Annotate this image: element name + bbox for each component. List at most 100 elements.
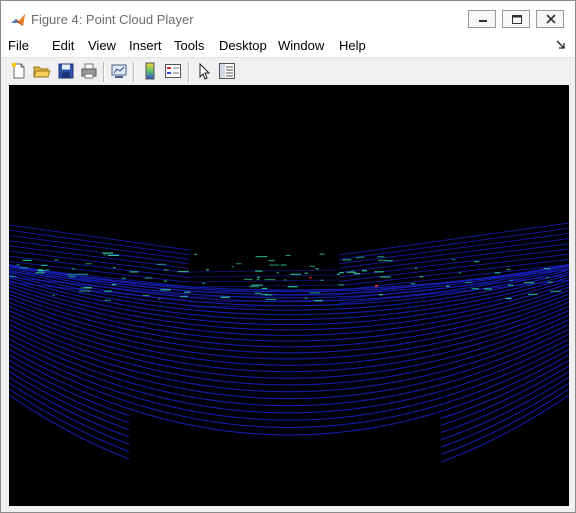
open-file-icon[interactable]: [33, 62, 51, 80]
scan-line: [168, 391, 178, 395]
menu-desktop[interactable]: Desktop: [219, 38, 267, 53]
scan-line: [136, 384, 146, 388]
close-button[interactable]: [536, 10, 564, 28]
scan-line: [168, 398, 178, 402]
scan-line: [440, 290, 450, 293]
scan-line: [200, 391, 210, 394]
menu-insert[interactable]: Insert: [129, 38, 162, 53]
scan-line: [120, 405, 130, 410]
scan-line: [448, 288, 458, 292]
menu-file[interactable]: File: [8, 38, 29, 53]
scan-line: [504, 299, 514, 303]
scan-line: [32, 340, 42, 345]
link-plot-icon[interactable]: [110, 62, 128, 80]
scan-line: [528, 371, 538, 377]
scan-line: [128, 351, 138, 355]
scan-line: [408, 364, 418, 368]
scan-line: [16, 309, 26, 314]
scan-line: [416, 350, 426, 354]
scan-line: [240, 369, 250, 371]
scan-line: [552, 370, 562, 376]
scan-line: [432, 390, 442, 394]
scan-line: [232, 344, 242, 346]
scan-line: [464, 448, 474, 453]
scan-line: [464, 380, 474, 385]
scan-line: [544, 336, 554, 342]
menu-window[interactable]: Window: [278, 38, 324, 53]
scan-line: [248, 425, 258, 428]
scan-line: [72, 340, 82, 344]
scan-line: [32, 329, 42, 335]
scan-line: [184, 362, 194, 366]
scan-line: [456, 358, 466, 362]
insert-colorbar-icon[interactable]: [141, 62, 159, 80]
scan-line: [392, 299, 402, 302]
menu-edit[interactable]: Edit: [52, 38, 74, 53]
point-cloud-axes[interactable]: [9, 85, 569, 506]
property-inspector-icon[interactable]: [218, 62, 236, 80]
save-icon[interactable]: [57, 62, 75, 80]
scan-line: [336, 332, 346, 335]
insert-legend-icon[interactable]: [164, 62, 182, 80]
scan-line: [512, 361, 522, 367]
scan-line: [64, 428, 74, 434]
scan-line: [384, 344, 394, 347]
scan-line: [144, 386, 154, 390]
scan-line: [176, 312, 186, 315]
scan-line: [192, 383, 202, 386]
scan-line: [560, 297, 569, 302]
scan-line: [208, 359, 218, 362]
scan-line: [232, 423, 242, 426]
menu-view[interactable]: View: [88, 38, 116, 53]
scan-line: [88, 393, 98, 398]
scan-line: [472, 423, 482, 429]
scan-line: [392, 343, 402, 346]
scan-line: [64, 295, 74, 299]
scan-line: [464, 296, 474, 300]
scan-line: [136, 365, 146, 369]
scan-line: [512, 391, 522, 397]
scan-line: [48, 406, 58, 412]
scan-line: [152, 284, 162, 287]
scan-line: [48, 400, 58, 406]
scan-line: [360, 413, 370, 416]
scan-line: [520, 381, 530, 387]
menu-help[interactable]: Help: [339, 38, 366, 53]
scan-line: [80, 348, 90, 353]
scan-line: [16, 313, 26, 318]
scan-line: [192, 297, 202, 299]
scan-line: [392, 332, 402, 335]
scan-line: [456, 320, 466, 324]
print-icon[interactable]: [80, 62, 98, 80]
scan-line: [560, 348, 569, 355]
scan-line: [16, 399, 26, 407]
scan-line: [24, 386, 34, 393]
scan-line: [344, 401, 354, 404]
scan-line: [424, 332, 434, 336]
scan-line: [192, 370, 202, 373]
edit-plot-arrow-icon[interactable]: [195, 62, 213, 80]
scan-line: [160, 294, 170, 296]
scan-line: [440, 394, 450, 399]
scan-line: [80, 337, 90, 342]
scan-line: [9, 348, 18, 355]
scan-line: [440, 401, 450, 406]
scan-line: [392, 367, 402, 371]
scan-line: [136, 377, 146, 381]
scan-line: [424, 299, 434, 302]
scan-line: [416, 304, 426, 307]
scan-line: [192, 305, 202, 307]
title-bar[interactable]: Figure 4: Point Cloud Player: [1, 1, 575, 34]
scan-line: [88, 427, 98, 432]
scan-line: [392, 400, 402, 404]
maximize-button[interactable]: [502, 10, 530, 28]
scan-line: [188, 279, 340, 283]
scan-line: [344, 316, 354, 319]
scan-line: [128, 381, 138, 386]
minimize-button[interactable]: [468, 10, 496, 28]
menu-tools[interactable]: Tools: [174, 38, 204, 53]
dock-arrow-icon[interactable]: [555, 39, 567, 51]
scan-line: [424, 360, 434, 364]
new-figure-icon[interactable]: [10, 62, 28, 80]
scan-line: [144, 354, 154, 358]
